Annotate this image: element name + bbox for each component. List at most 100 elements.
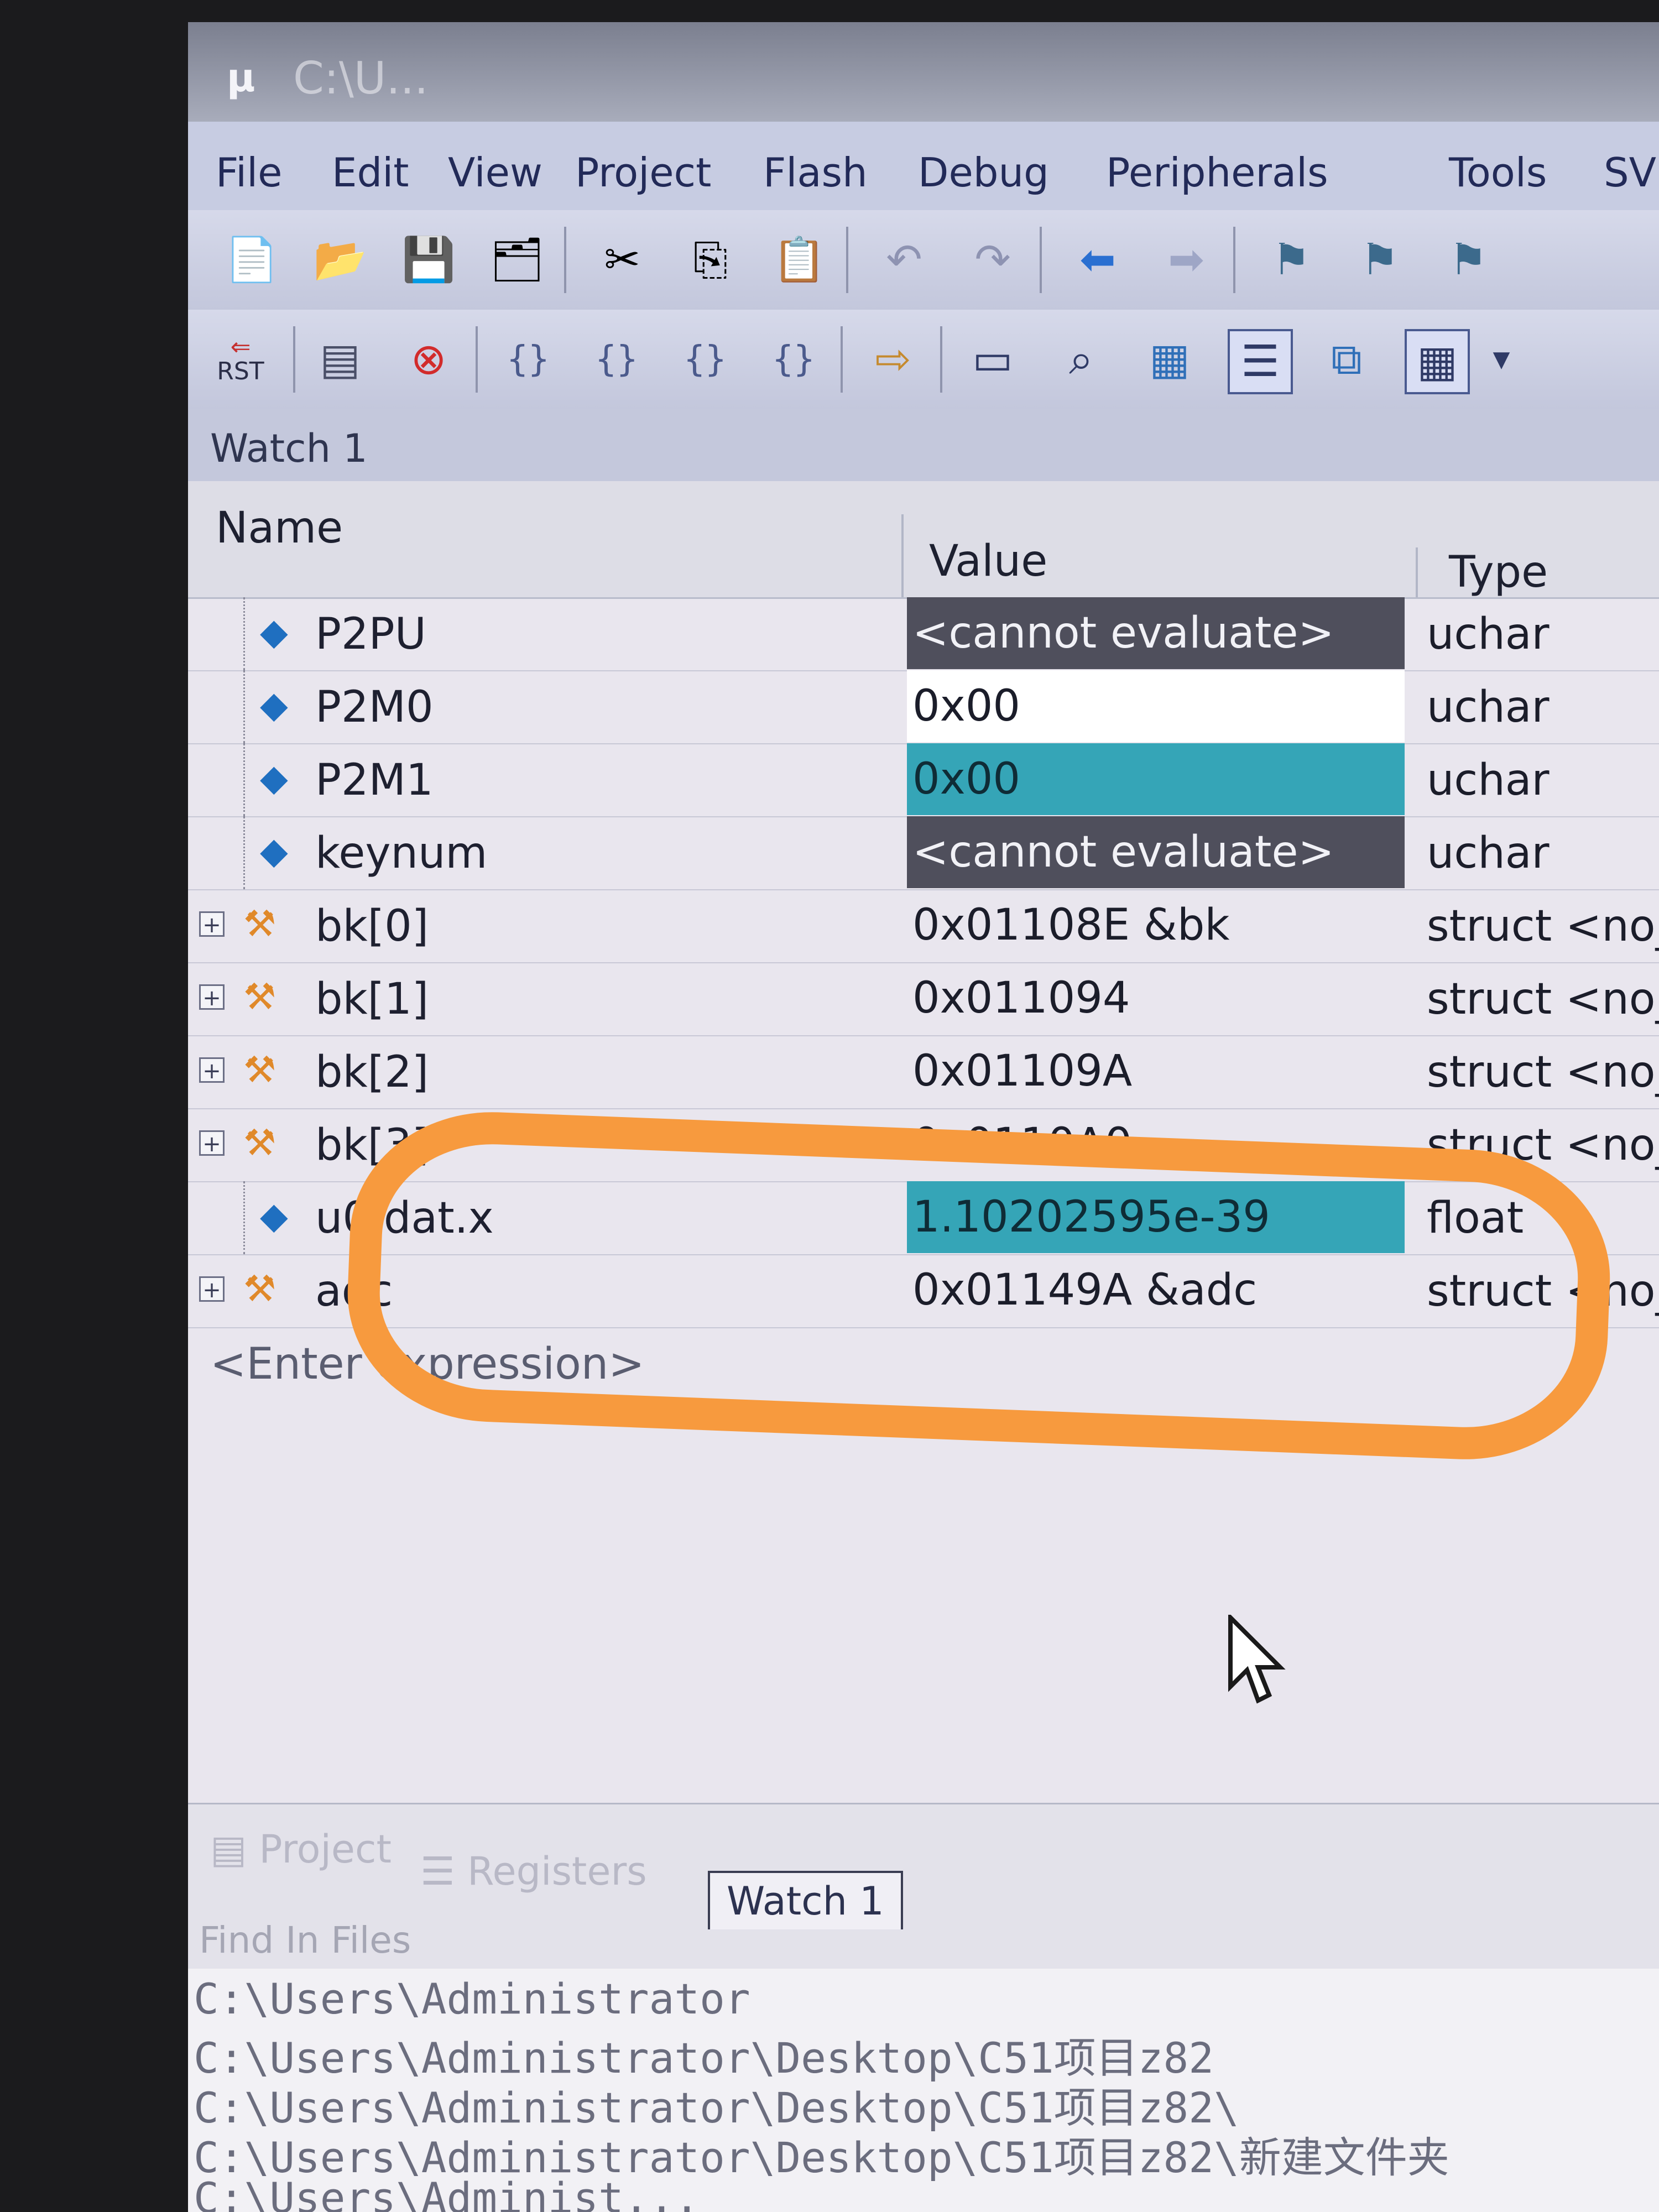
tab-project[interactable]: ▤ Project <box>210 1827 392 1872</box>
run-to-cursor-icon[interactable]: {} <box>763 329 824 390</box>
variable-icon: ◆ <box>260 684 288 726</box>
menu-project[interactable]: Project <box>575 149 711 196</box>
new-file-icon[interactable]: 📄 <box>221 229 282 290</box>
watch-row-name: keynum <box>315 828 488 878</box>
call-stack-icon[interactable]: ⧉ <box>1316 329 1377 390</box>
watch-row[interactable]: ◆ keynum <cannot evaluate> uchar <box>188 816 1659 890</box>
expand-icon[interactable]: + <box>199 984 225 1010</box>
watch-row-name: bk[1] <box>315 974 429 1024</box>
watch-title-text: Watch 1 <box>210 426 368 471</box>
watch-row-name: bk[0] <box>315 901 429 951</box>
struct-icon: ⚒ <box>243 1048 276 1091</box>
watch-row[interactable]: + ⚒ bk[0] 0x01108E &bk struct <no_ta <box>188 889 1659 963</box>
watch-row-value[interactable]: <cannot evaluate> <box>907 597 1405 669</box>
tab-project-label: Project <box>259 1827 392 1872</box>
tree-line <box>243 816 245 889</box>
mouse-cursor-icon <box>1228 1615 1286 1704</box>
stop-icon[interactable]: ⊗ <box>398 329 459 390</box>
registers-tab-icon: ☰ <box>420 1849 468 1894</box>
undo-icon[interactable]: ↶ <box>874 229 935 290</box>
watch-row-name: P2PU <box>315 609 426 659</box>
column-header-name[interactable]: Name <box>216 503 343 553</box>
toolbar-separator <box>841 326 843 393</box>
expand-icon[interactable]: + <box>199 911 225 937</box>
column-divider[interactable] <box>901 514 904 597</box>
watch-row-type: uchar <box>1427 609 1550 659</box>
debug-toolbar: ⇐ RST ▤ ⊗ {} {} {} {} ⇨ ▭ ⌕ ▦ ☰ ⧉ ▦ ▼ <box>188 310 1659 410</box>
bookmark-prev-icon[interactable]: ⚑ <box>1349 229 1410 290</box>
command-window-icon[interactable]: ▭ <box>962 329 1023 390</box>
disassembly-icon[interactable]: ⌕ <box>1051 329 1112 390</box>
menu-debug[interactable]: Debug <box>918 149 1049 196</box>
watch-window-icon[interactable]: ▦ <box>1405 329 1470 394</box>
expand-icon[interactable]: + <box>199 1057 225 1083</box>
reset-arrow-icon: ⇐ <box>230 333 251 361</box>
build-output-pane: C:\Users\Administrator C:\Users\Administ… <box>188 1969 1659 2212</box>
menu-edit[interactable]: Edit <box>332 149 409 196</box>
window-title: C:\U... <box>293 53 429 104</box>
toolbar-separator <box>1040 227 1042 293</box>
find-in-files-label[interactable]: Find In Files <box>199 1919 411 1961</box>
watch-panel-title: Watch 1 <box>188 409 1659 483</box>
symbols-icon[interactable]: ▦ <box>1139 329 1200 390</box>
reset-icon[interactable]: ⇐ RST <box>210 329 271 390</box>
view-icon[interactable]: ▤ <box>310 329 371 390</box>
title-bar: μ C:\U... <box>188 22 1659 122</box>
tab-registers-label: Registers <box>467 1849 647 1894</box>
tab-watch-1[interactable]: Watch 1 <box>708 1871 903 1929</box>
cut-icon[interactable]: ✂ <box>592 229 653 290</box>
toolbar-separator <box>1233 227 1235 293</box>
column-header-value[interactable]: Value <box>929 536 1047 586</box>
watch-row[interactable]: + ⚒ bk[2] 0x01109A struct <no_tag <box>188 1035 1659 1109</box>
tree-line <box>243 670 245 743</box>
step-over-icon[interactable]: {} <box>586 329 647 390</box>
watch-row[interactable]: ◆ P2PU <cannot evaluate> uchar <box>188 597 1659 671</box>
watch-row-value[interactable]: 0x00 <box>907 743 1405 815</box>
show-next-statement-icon[interactable]: ⇨ <box>863 329 924 390</box>
save-icon[interactable]: 💾 <box>398 229 459 290</box>
paste-icon[interactable]: 📋 <box>769 229 830 290</box>
redo-icon[interactable]: ↷ <box>962 229 1023 290</box>
menu-file[interactable]: File <box>216 149 282 196</box>
step-out-icon[interactable]: {} <box>675 329 735 390</box>
column-header-type[interactable]: Type <box>1449 547 1548 597</box>
tree-line <box>243 743 245 816</box>
watch-row-value[interactable]: 0x011094 <box>907 962 1405 1034</box>
watch-row-name: P2M1 <box>315 755 434 805</box>
registers-icon[interactable]: ☰ <box>1228 329 1293 394</box>
bookmark-next-icon[interactable]: ⚑ <box>1438 229 1499 290</box>
back-arrow-icon[interactable]: ⬅ <box>1067 229 1128 290</box>
expand-icon[interactable]: + <box>199 1276 225 1302</box>
expand-icon[interactable]: + <box>199 1130 225 1156</box>
watch-row-value[interactable]: <cannot evaluate> <box>907 816 1405 888</box>
menu-tools[interactable]: Tools <box>1449 149 1547 196</box>
bookmark-icon[interactable]: ⚑ <box>1261 229 1322 290</box>
struct-icon: ⚒ <box>243 1267 276 1310</box>
variable-icon: ◆ <box>260 757 288 799</box>
forward-arrow-icon[interactable]: ➡ <box>1156 229 1217 290</box>
save-all-icon[interactable]: 🗂 <box>487 229 547 290</box>
toolbar-separator <box>293 326 295 393</box>
copy-icon[interactable]: ⎘ <box>680 229 741 290</box>
watch-row-type: uchar <box>1427 828 1550 878</box>
step-into-icon[interactable]: {} <box>498 329 559 390</box>
open-folder-icon[interactable]: 📂 <box>310 229 371 290</box>
watch-row[interactable]: ◆ P2M0 0x00 uchar <box>188 670 1659 744</box>
tab-registers[interactable]: ☰ Registers <box>420 1849 647 1894</box>
menu-flash[interactable]: Flash <box>763 149 868 196</box>
menu-peripherals[interactable]: Peripherals <box>1106 149 1328 196</box>
menu-svcs[interactable]: SV <box>1604 149 1656 196</box>
watch-row[interactable]: ◆ P2M1 0x00 uchar <box>188 743 1659 817</box>
toolbar-separator <box>846 227 848 293</box>
watch-row[interactable]: + ⚒ bk[1] 0x011094 struct <no_tag <box>188 962 1659 1036</box>
toolbar-separator <box>940 326 942 393</box>
watch-row-value[interactable]: 0x01109A <box>907 1035 1405 1107</box>
watch-row-value[interactable]: 0x01108E &bk <box>907 889 1405 961</box>
watch-row-value[interactable]: 0x00 <box>907 670 1405 742</box>
watch-row-type: struct <no_tag <box>1427 1047 1659 1097</box>
tree-line <box>243 597 245 670</box>
column-divider[interactable] <box>1416 547 1418 597</box>
output-line: C:\Users\Administ... <box>194 2173 700 2212</box>
menu-view[interactable]: View <box>448 149 542 196</box>
chevron-down-icon[interactable]: ▼ <box>1471 329 1532 390</box>
